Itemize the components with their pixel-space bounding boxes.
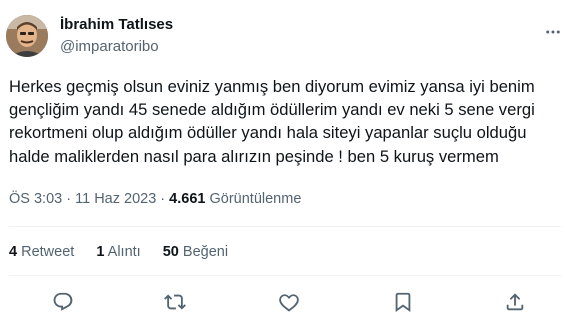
bookmark-button[interactable] — [388, 287, 418, 317]
meta-separator: · — [66, 191, 72, 207]
tweet-time[interactable]: ÖS 3:03 — [9, 191, 62, 207]
tweet-text: Herkes geçmiş olsun eviniz yanmış ben di… — [9, 77, 535, 166]
like-button[interactable] — [274, 287, 304, 317]
views-label: Görüntülenme — [209, 191, 302, 207]
likes-label: Beğeni — [182, 244, 229, 260]
retweets-count: 4 — [9, 244, 18, 260]
avatar-image — [6, 15, 48, 57]
retweets-stat[interactable]: 4 Retweet — [9, 244, 74, 260]
more-button[interactable] — [541, 20, 565, 44]
quotes-count: 1 — [96, 244, 105, 260]
likes-stat[interactable]: 50 Beğeni — [163, 244, 228, 260]
views-count: 4.661 — [169, 191, 206, 207]
share-icon — [506, 293, 524, 311]
share-button[interactable] — [500, 287, 530, 317]
author-name[interactable]: İbrahim Tatlıses — [60, 15, 173, 35]
tweet-stats: 4 Retweet 1 Alıntı 50 Beğeni — [9, 242, 246, 262]
avatar[interactable] — [6, 15, 48, 57]
author-handle[interactable]: @imparatoribo — [60, 37, 159, 57]
reply-icon — [53, 292, 73, 311]
action-bar — [0, 287, 567, 317]
retweet-button[interactable] — [160, 287, 190, 317]
more-icon — [546, 30, 560, 34]
divider — [9, 275, 561, 276]
tweet-date[interactable]: 11 Haz 2023 — [75, 191, 156, 207]
reply-button[interactable] — [48, 287, 78, 317]
divider — [9, 226, 561, 227]
quotes-label: Alıntı — [107, 244, 141, 260]
tweet-meta: ÖS 3:03 · 11 Haz 2023 · 4.661 Görüntülen… — [9, 189, 301, 209]
quotes-stat[interactable]: 1 Alıntı — [96, 244, 140, 260]
bookmark-icon — [395, 292, 411, 313]
meta-separator: · — [160, 191, 166, 207]
likes-count: 50 — [162, 244, 179, 260]
retweets-label: Retweet — [21, 244, 75, 260]
retweet-icon — [164, 294, 186, 310]
like-icon — [279, 294, 299, 312]
